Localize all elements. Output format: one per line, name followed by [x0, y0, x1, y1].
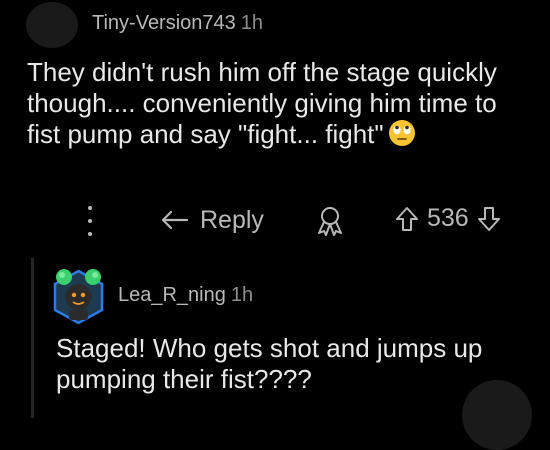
thread-line[interactable] [31, 258, 34, 418]
author-name[interactable]: Lea_R_ning [118, 284, 226, 306]
reply-arrow-icon [161, 210, 189, 230]
avatar[interactable] [50, 265, 107, 325]
comment-header: Tiny-Version743 1h [92, 12, 263, 35]
vote-count: 536 [427, 204, 469, 232]
award-button[interactable] [315, 205, 345, 242]
rolling-eyes-emoji-icon [388, 120, 415, 146]
reply-body: Staged! Who gets shot and jumps up pumpi… [56, 333, 483, 394]
vote-control: 536 [394, 204, 502, 233]
award-icon [318, 207, 342, 236]
reply-button[interactable]: Reply [160, 204, 264, 236]
floating-action-button[interactable] [462, 380, 532, 450]
reply-header: Lea_R_ning 1h [118, 284, 253, 307]
comment-actions: Reply 536 [0, 198, 550, 244]
comment-text: They didn't rush him off the stage quick… [27, 57, 497, 149]
reply-label: Reply [200, 205, 264, 234]
upvote-icon[interactable] [394, 205, 420, 233]
avatar[interactable] [26, 2, 78, 48]
timestamp: 1h [240, 12, 264, 34]
more-options-icon[interactable] [84, 206, 96, 236]
comment-body: They didn't rush him off the stage quick… [27, 57, 537, 150]
author-name[interactable]: Tiny-Version743 [92, 12, 236, 34]
timestamp: 1h [230, 284, 254, 306]
downvote-icon[interactable] [476, 205, 502, 233]
